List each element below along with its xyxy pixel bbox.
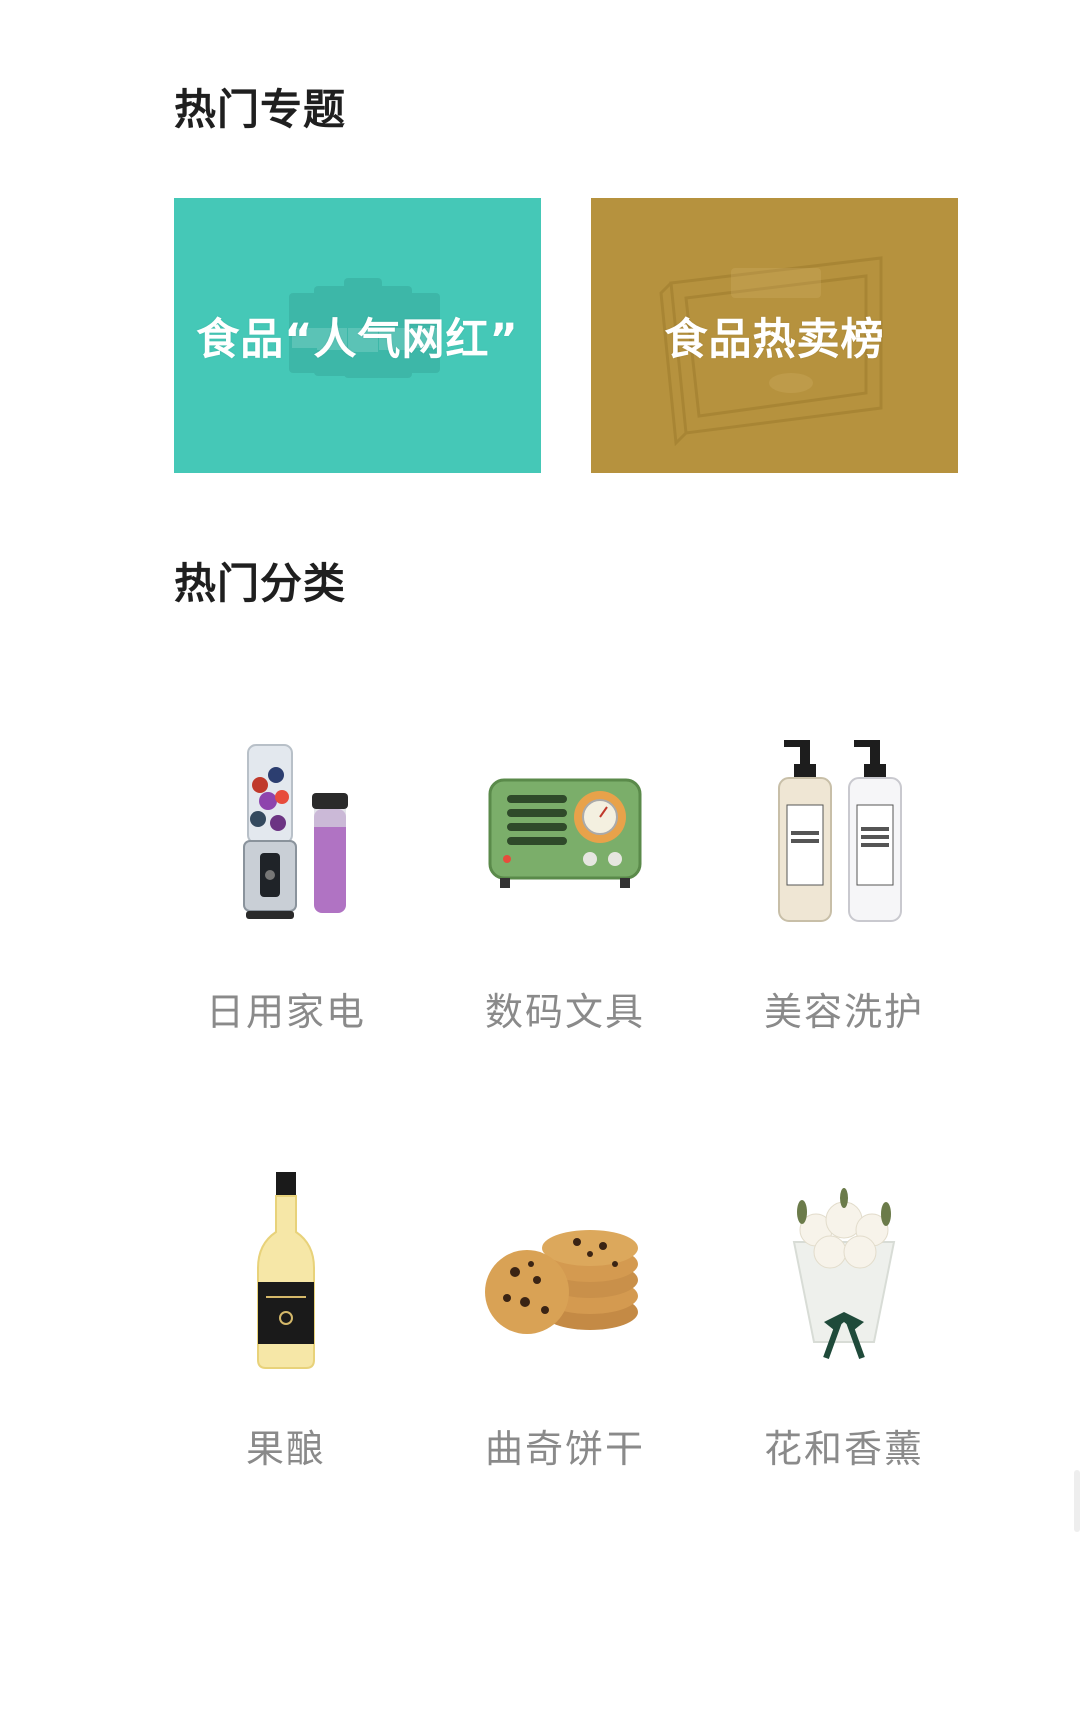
cookies-icon <box>465 1172 665 1372</box>
category-flowers-fragrance[interactable]: 花和香薰 <box>729 1172 959 1502</box>
topic-card-label: 食品热卖榜 <box>664 314 885 365</box>
category-fruit-wine[interactable]: 果酿 <box>171 1172 401 1502</box>
category-cookies[interactable]: 曲奇饼干 <box>450 1172 680 1502</box>
category-label: 美容洗护 <box>763 990 924 1034</box>
flower-bouquet-icon <box>744 1172 944 1372</box>
category-digital-stationery[interactable]: 数码文具 <box>450 735 680 1065</box>
radio-icon <box>465 735 665 935</box>
topic-card-popular-food[interactable]: 食品“人气网红” <box>174 198 541 473</box>
category-label: 日用家电 <box>205 990 366 1034</box>
category-label: 花和香薰 <box>763 1427 924 1471</box>
wine-bottle-icon <box>186 1172 386 1372</box>
category-label: 曲奇饼干 <box>484 1427 645 1471</box>
page: 热门专题 食品“人气网红” 食品热卖榜 热门分类 日用家电 数码文具 美容洗护 … <box>0 0 1080 1718</box>
hot-categories-title: 热门分类 <box>174 559 347 608</box>
category-label: 数码文具 <box>484 990 645 1034</box>
topic-card-food-bestseller[interactable]: 食品热卖榜 <box>591 198 958 473</box>
blender-icon <box>186 735 386 935</box>
category-home-appliances[interactable]: 日用家电 <box>171 735 401 1065</box>
category-beauty-care[interactable]: 美容洗护 <box>729 735 959 1065</box>
scrollbar-thumb[interactable] <box>1074 1470 1080 1532</box>
topic-card-label: 食品“人气网红” <box>196 314 519 365</box>
soap-bottles-icon <box>744 735 944 935</box>
category-label: 果酿 <box>245 1427 326 1471</box>
hot-topics-title: 热门专题 <box>174 85 347 134</box>
